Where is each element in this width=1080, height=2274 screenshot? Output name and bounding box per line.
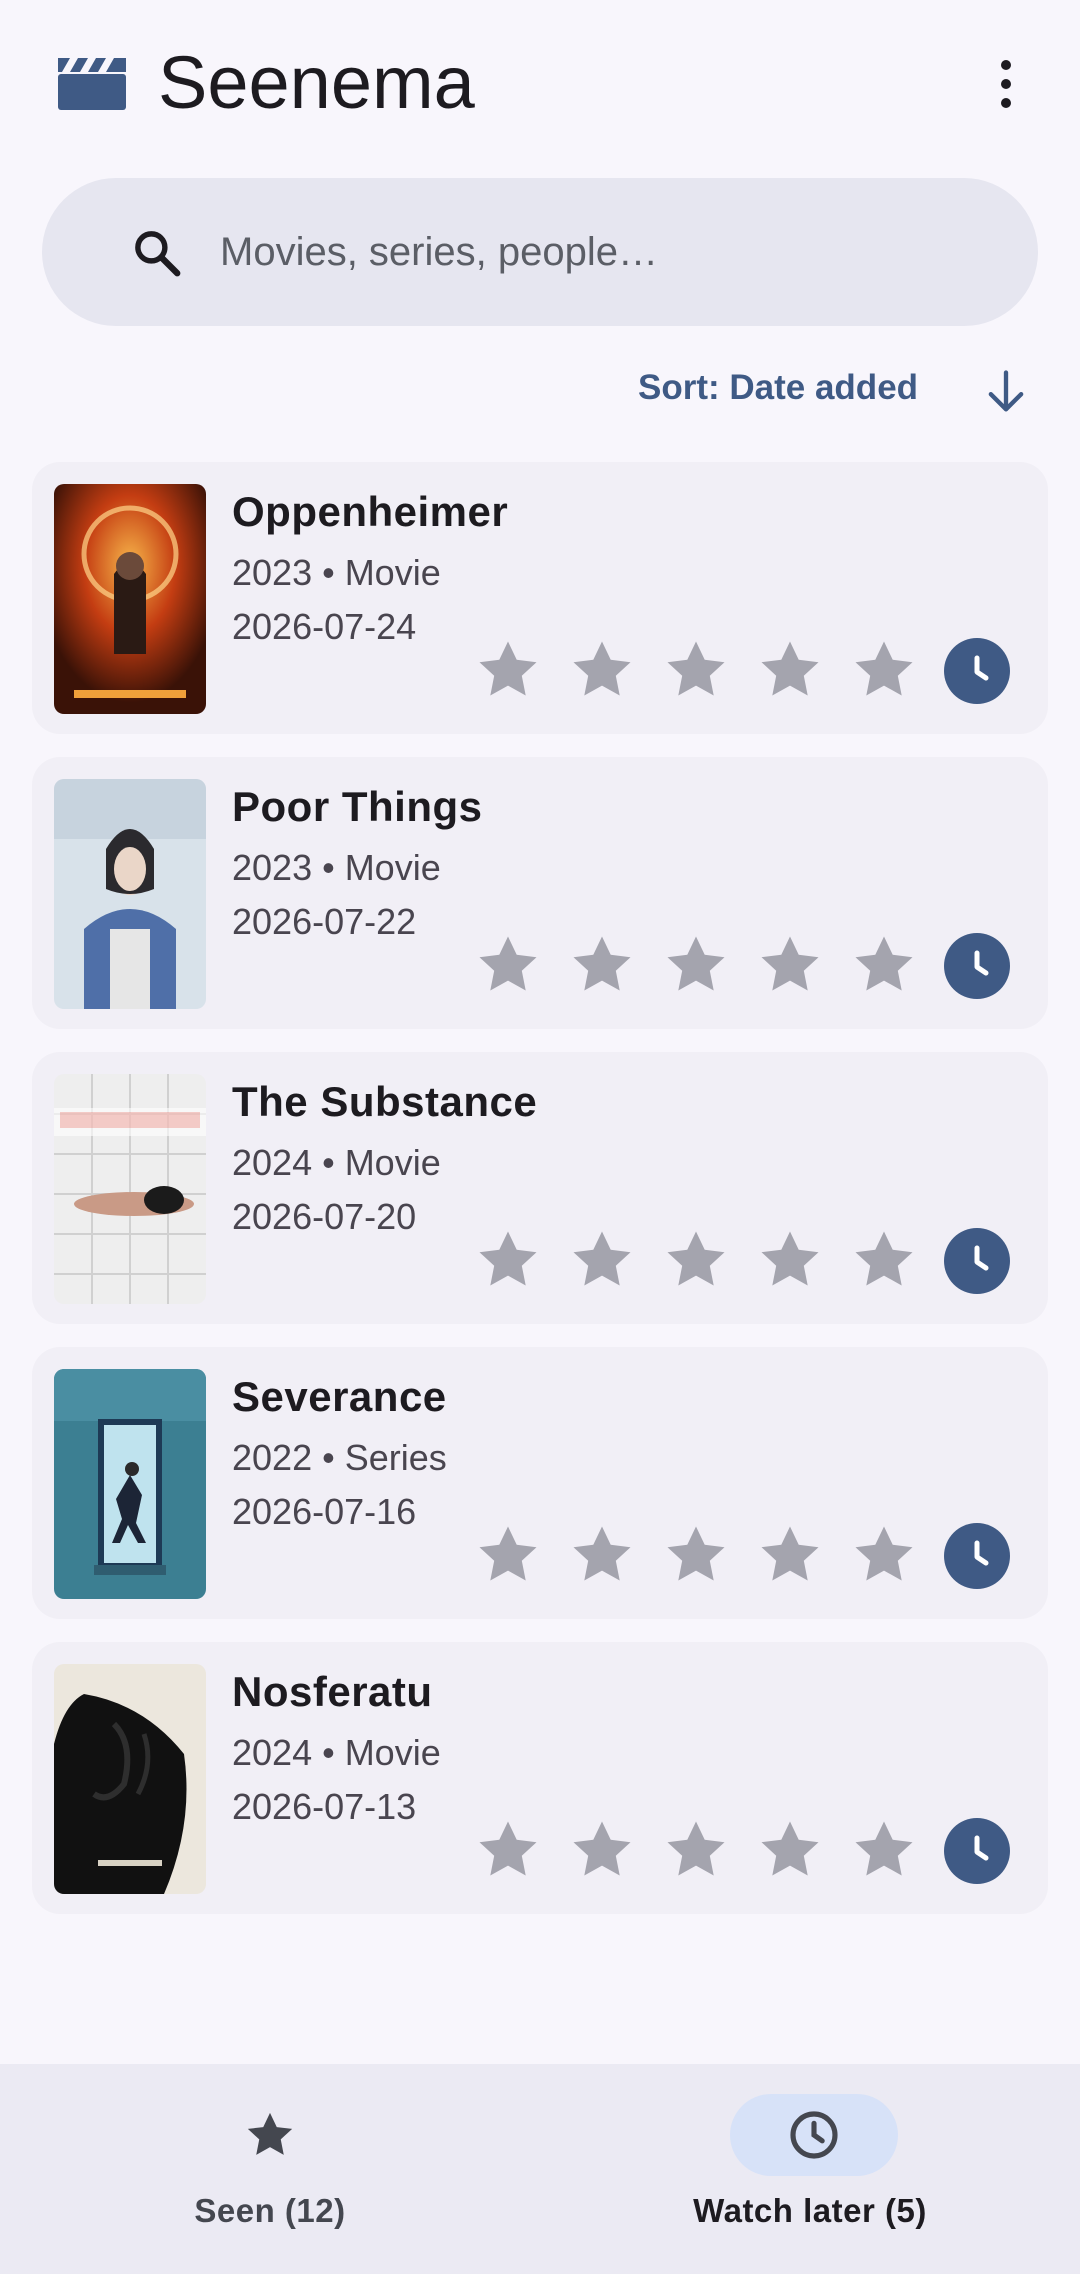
oppenheimer-poster: [54, 484, 206, 714]
rating-stars: [472, 634, 952, 706]
star-icon[interactable]: [754, 1519, 826, 1591]
star-icon[interactable]: [848, 1224, 920, 1296]
list-item[interactable]: The Substance 2024 • Movie 2026-07-20: [32, 1052, 1048, 1324]
star-icon[interactable]: [660, 634, 732, 706]
item-meta: 2022 • Series: [232, 1437, 447, 1478]
watch-later-button[interactable]: [944, 1228, 1010, 1294]
list-item[interactable]: Nosferatu 2024 • Movie 2026-07-13: [32, 1642, 1048, 1914]
clock-icon: [974, 950, 989, 976]
star-icon: [247, 2112, 293, 2155]
star-icon[interactable]: [754, 1814, 826, 1886]
clock-icon: [974, 1245, 989, 1271]
item-title: The Substance: [232, 1078, 538, 1125]
item-title: Severance: [232, 1373, 447, 1420]
nav-watch-later-label: Watch later (5): [693, 2192, 927, 2229]
bottom-nav: Seen (12) Watch later (5): [0, 2064, 1080, 2274]
search-icon: [135, 231, 181, 277]
watch-later-button[interactable]: [944, 1523, 1010, 1589]
star-icon[interactable]: [660, 929, 732, 1001]
app-bar: Seenema: [0, 0, 1080, 170]
star-icon[interactable]: [754, 634, 826, 706]
arrow-down-icon[interactable]: [980, 366, 1032, 418]
search-input[interactable]: [220, 178, 980, 326]
item-title: Oppenheimer: [232, 488, 509, 535]
poor-things-poster: [54, 779, 206, 1009]
star-icon[interactable]: [848, 929, 920, 1001]
star-icon[interactable]: [660, 1224, 732, 1296]
item-date-added: 2026-07-22: [232, 901, 417, 942]
more-vert-icon[interactable]: [976, 52, 1036, 116]
nav-seen-label: Seen (12): [194, 2192, 346, 2229]
star-icon[interactable]: [848, 1814, 920, 1886]
rating-stars: [472, 929, 952, 1001]
clock-icon: [790, 2111, 838, 2159]
search-bar[interactable]: [42, 178, 1038, 326]
list-item[interactable]: Severance 2022 • Series 2026-07-16: [32, 1347, 1048, 1619]
clock-icon: [974, 1540, 989, 1566]
item-title: Poor Things: [232, 783, 483, 830]
star-icon[interactable]: [472, 634, 544, 706]
clapperboard-icon: [58, 58, 126, 110]
star-icon[interactable]: [566, 1519, 638, 1591]
star-icon[interactable]: [848, 1519, 920, 1591]
item-date-added: 2026-07-24: [232, 606, 417, 647]
sort-row: Sort: Date added: [0, 356, 1080, 426]
star-icon[interactable]: [848, 634, 920, 706]
clock-icon: [974, 1835, 989, 1861]
item-meta: 2023 • Movie: [232, 847, 441, 888]
app-title: Seenema: [158, 41, 475, 124]
item-date-added: 2026-07-16: [232, 1491, 417, 1532]
star-icon[interactable]: [660, 1814, 732, 1886]
item-title: Nosferatu: [232, 1668, 433, 1715]
clock-icon: [974, 655, 989, 681]
nav-seen-indicator: [186, 2094, 354, 2176]
star-icon[interactable]: [472, 1224, 544, 1296]
rating-stars: [472, 1519, 952, 1591]
item-meta: 2024 • Movie: [232, 1732, 441, 1773]
the-substance-poster: [54, 1074, 206, 1304]
nav-watch-later-indicator: [730, 2094, 898, 2176]
star-icon[interactable]: [566, 1814, 638, 1886]
item-meta: 2023 • Movie: [232, 552, 441, 593]
star-icon[interactable]: [660, 1519, 732, 1591]
item-date-added: 2026-07-13: [232, 1786, 417, 1827]
star-icon[interactable]: [754, 1224, 826, 1296]
star-icon[interactable]: [566, 1224, 638, 1296]
sort-button[interactable]: Sort: Date added: [638, 368, 918, 408]
star-icon[interactable]: [472, 1519, 544, 1591]
list-item[interactable]: Poor Things 2023 • Movie 2026-07-22: [32, 757, 1048, 1029]
item-meta: 2024 • Movie: [232, 1142, 441, 1183]
star-icon[interactable]: [566, 634, 638, 706]
nav-seen[interactable]: Seen (12): [0, 2064, 540, 2274]
nav-watch-later[interactable]: Watch later (5): [540, 2064, 1080, 2274]
rating-stars: [472, 1224, 952, 1296]
star-icon[interactable]: [754, 929, 826, 1001]
item-date-added: 2026-07-20: [232, 1196, 417, 1237]
watch-later-button[interactable]: [944, 933, 1010, 999]
nosferatu-poster: [54, 1664, 206, 1894]
rating-stars: [472, 1814, 952, 1886]
severance-poster: [54, 1369, 206, 1599]
watch-later-button[interactable]: [944, 638, 1010, 704]
star-icon[interactable]: [472, 1814, 544, 1886]
star-icon[interactable]: [566, 929, 638, 1001]
list-item[interactable]: Oppenheimer 2023 • Movie 2026-07-24: [32, 462, 1048, 734]
watch-later-button[interactable]: [944, 1818, 1010, 1884]
star-icon[interactable]: [472, 929, 544, 1001]
